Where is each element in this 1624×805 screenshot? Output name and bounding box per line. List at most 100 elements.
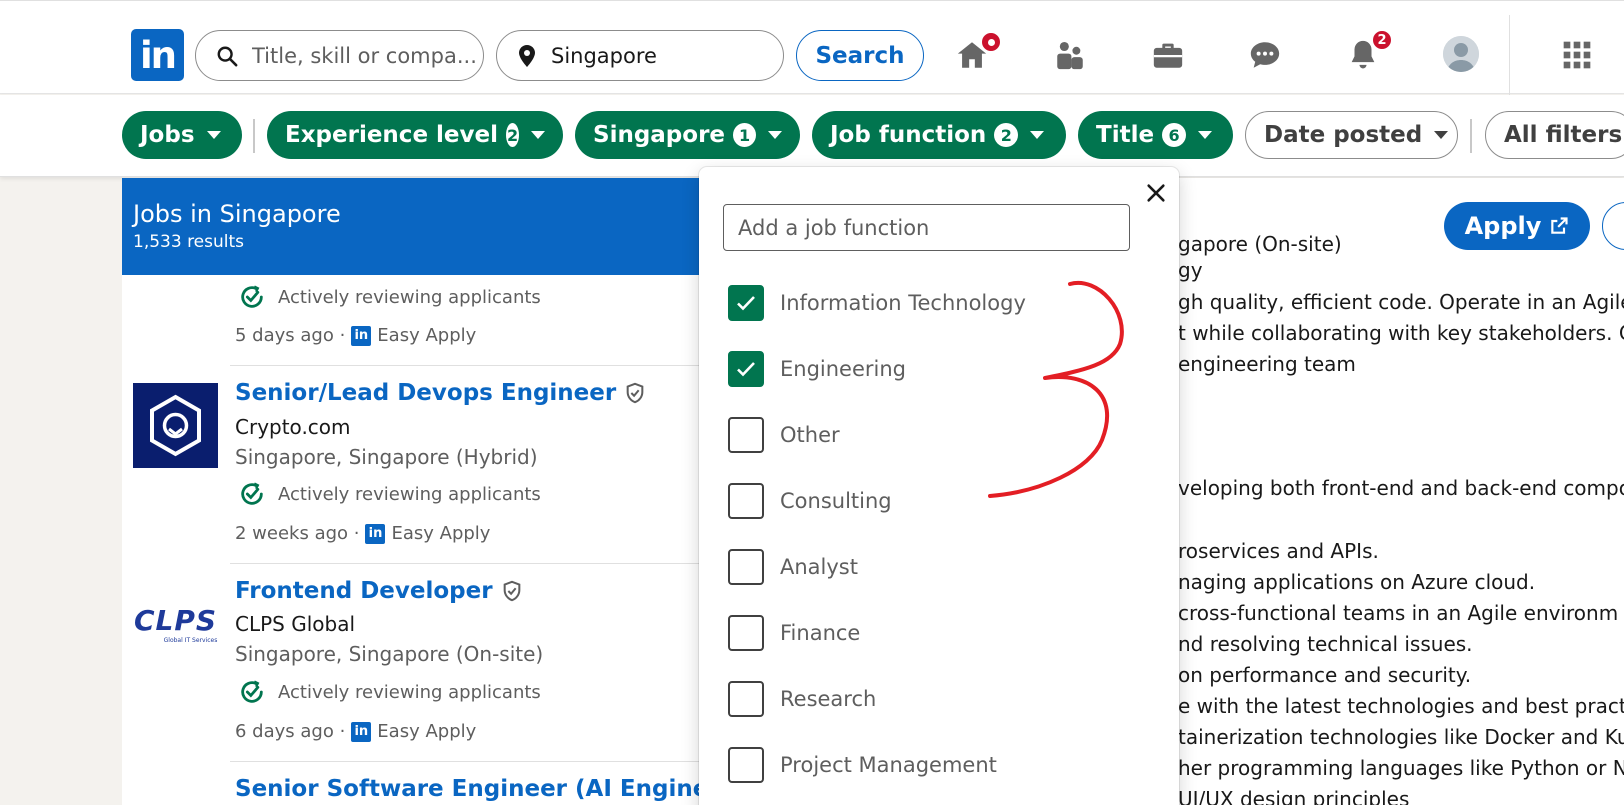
option-label: Analyst — [780, 555, 858, 579]
filter-date-posted-label: Date posted — [1264, 122, 1423, 148]
add-job-function-input[interactable] — [723, 204, 1130, 251]
option-label: Consulting — [780, 489, 892, 513]
option-finance[interactable]: Finance — [728, 615, 860, 651]
company-logo-clps[interactable]: CLPS Global IT Services — [133, 581, 218, 666]
clps-logo-subtext: Global IT Services — [163, 636, 218, 644]
filter-experience-count: 2 — [506, 123, 519, 147]
results-header: Jobs in Singapore 1,533 results — [122, 178, 702, 275]
job-status-text: Actively reviewing applicants — [278, 681, 541, 703]
dropdown-close-button[interactable] — [1144, 181, 1168, 205]
nav-my-network[interactable] — [1050, 35, 1090, 75]
checkbox-unchecked[interactable] — [728, 483, 764, 519]
job-description-line: engineering team — [1178, 352, 1356, 376]
job-location: Singapore, Singapore (Hybrid) — [235, 445, 538, 469]
verified-shield-icon — [626, 382, 644, 404]
search-filter-bar: Jobs Experience level 2 Singapore 1 Job fu… — [0, 95, 1624, 177]
profile-avatar[interactable] — [1443, 36, 1479, 72]
nav-notifications[interactable]: 2 — [1343, 29, 1393, 75]
checkbox-unchecked[interactable] — [728, 417, 764, 453]
option-label: Research — [780, 687, 877, 711]
checkbox-unchecked[interactable] — [728, 747, 764, 783]
checkbox-unchecked[interactable] — [728, 681, 764, 717]
keyword-search[interactable] — [195, 30, 484, 81]
job-title-text: Senior/Lead Devops Engineer — [235, 380, 617, 406]
nav-messaging[interactable] — [1245, 35, 1285, 75]
easy-apply-label: Easy Apply — [377, 325, 477, 346]
easy-apply-label: Easy Apply — [377, 721, 477, 742]
job-company: CLPS Global — [235, 612, 356, 636]
my-network-icon — [1057, 41, 1083, 70]
keyword-search-input[interactable] — [252, 43, 483, 68]
linkedin-logo[interactable]: in — [131, 29, 184, 81]
job-company: Crypto.com — [235, 415, 351, 439]
job-description-line: nd resolving technical issues. — [1178, 632, 1473, 656]
job-footer: 6 days ago · in Easy Apply — [235, 721, 476, 742]
actively-reviewing-icon — [241, 680, 263, 703]
external-link-icon — [1551, 217, 1568, 234]
job-status: Actively reviewing applicants — [238, 678, 541, 706]
job-title-link[interactable]: Frontend Developer — [235, 578, 523, 604]
nav-for-business[interactable] — [1557, 35, 1597, 75]
job-posted-time: 2 weeks ago · — [235, 523, 360, 544]
job-status: Actively reviewing applicants — [238, 283, 541, 311]
nav-home[interactable] — [952, 31, 1002, 75]
job-title-link[interactable]: Senior Software Engineer (AI Engineer — [235, 776, 702, 802]
job-description-line: tainerization technologies like Docker a… — [1178, 725, 1624, 749]
option-engineering[interactable]: Engineering — [728, 351, 906, 387]
linkedin-small-icon: in — [351, 325, 372, 346]
option-other[interactable]: Other — [728, 417, 840, 453]
clps-logo-text: CLPS — [133, 603, 218, 637]
option-research[interactable]: Research — [728, 681, 876, 717]
results-count: 1,533 results — [133, 232, 245, 252]
actively-reviewing-icon — [241, 482, 263, 505]
job-title-link[interactable]: Senior/Lead Devops Engineer — [235, 380, 646, 406]
home-notification-dot — [980, 31, 1002, 53]
all-filters-button[interactable]: All filters — [1485, 111, 1624, 159]
messaging-icon — [1250, 42, 1280, 68]
apply-button[interactable]: Apply — [1444, 202, 1590, 250]
filter-job-function[interactable]: Job function 2 — [812, 111, 1066, 159]
jobs-icon — [1153, 43, 1183, 68]
filter-jobs-label: Jobs — [140, 122, 195, 148]
filter-jobs[interactable]: Jobs — [122, 111, 242, 159]
apply-label: Apply — [1464, 212, 1542, 240]
search-button[interactable]: Search — [796, 30, 924, 81]
search-icon — [217, 46, 238, 66]
job-description-line: UI/UX design principles — [1178, 787, 1410, 805]
location-pin-icon — [519, 44, 535, 67]
option-information-technology[interactable]: Information Technology — [728, 285, 1026, 321]
checkbox-checked[interactable] — [728, 351, 764, 387]
option-project-management[interactable]: Project Management — [728, 747, 997, 783]
filter-job-function-count: 2 — [994, 123, 1019, 147]
job-posted-time: 6 days ago · — [235, 721, 346, 742]
nav-divider — [1509, 15, 1510, 95]
filter-experience-level[interactable]: Experience level 2 — [267, 111, 563, 159]
filter-date-posted[interactable]: Date posted — [1245, 111, 1458, 159]
checkbox-unchecked[interactable] — [728, 615, 764, 651]
option-analyst[interactable]: Analyst — [728, 549, 858, 585]
checkbox-unchecked[interactable] — [728, 549, 764, 585]
option-label: Other — [780, 423, 840, 447]
crypto-lion-icon — [150, 394, 201, 457]
chevron-down-icon — [531, 131, 545, 139]
filter-title-count: 6 — [1162, 123, 1187, 147]
location-search[interactable] — [496, 30, 784, 81]
notifications-count-badge: 2 — [1371, 29, 1393, 51]
job-description-line: naging applications on Azure cloud. — [1178, 570, 1536, 594]
filter-location[interactable]: Singapore 1 — [575, 111, 800, 159]
job-description-line: t while collaborating with key stakehold… — [1178, 321, 1624, 345]
chevron-down-icon — [206, 131, 221, 139]
job-description-line: gy — [1178, 258, 1203, 282]
filter-divider — [1470, 119, 1472, 153]
location-search-input[interactable] — [551, 43, 783, 68]
job-location: Singapore, Singapore (On-site) — [235, 642, 544, 666]
job-status-text: Actively reviewing applicants — [278, 483, 541, 505]
row-separator — [230, 761, 702, 762]
checkbox-checked[interactable] — [728, 285, 764, 321]
option-consulting[interactable]: Consulting — [728, 483, 892, 519]
job-description-line: her programming languages like Python or… — [1178, 756, 1624, 780]
row-separator — [230, 563, 702, 564]
company-logo-crypto[interactable] — [133, 383, 218, 468]
nav-jobs[interactable] — [1148, 35, 1188, 75]
filter-title[interactable]: Title 6 — [1078, 111, 1233, 159]
